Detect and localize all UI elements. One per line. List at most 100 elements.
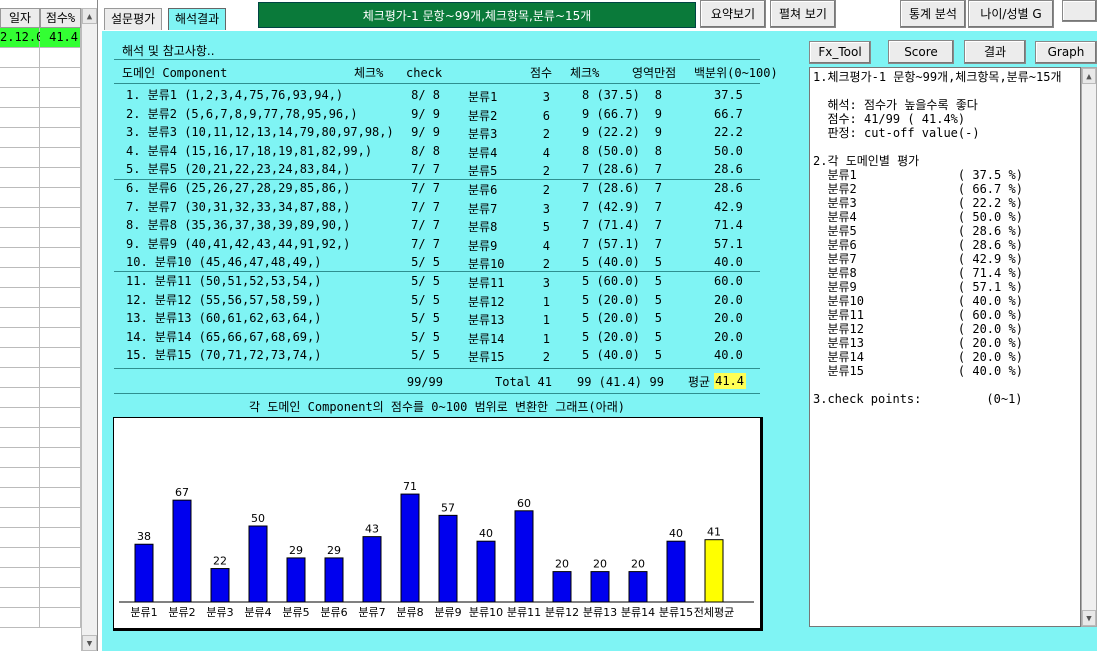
pct-cell: 5 (40.0) — [582, 348, 640, 363]
sheet-cell-date[interactable] — [0, 88, 40, 108]
statistics-button[interactable]: 통계 분석 — [900, 0, 966, 28]
sheet-cell-score[interactable] — [40, 228, 81, 248]
sheet-cell-date[interactable] — [0, 308, 40, 328]
sheet-cell-date[interactable] — [0, 528, 40, 548]
sheet-cell-score[interactable] — [40, 108, 81, 128]
sheet-cell-score[interactable] — [40, 248, 81, 268]
score-cell: 2 — [542, 350, 550, 365]
sheet-cell-date[interactable] — [0, 248, 40, 268]
interpretation-line: 분류11 ( 60.0 %) — [813, 308, 1023, 322]
sheet-cell-date[interactable] — [0, 448, 40, 468]
sheet-cell-date[interactable] — [0, 548, 40, 568]
percentile-cell: 37.5 — [714, 88, 743, 102]
sheet-cell-score[interactable] — [40, 508, 81, 528]
left-scrollbar[interactable]: ▲ ▼ — [81, 8, 97, 651]
sheet-cell-date[interactable] — [0, 268, 40, 288]
sheet-cell-date[interactable] — [0, 288, 40, 308]
sheet-cell-date[interactable] — [0, 48, 40, 68]
score-cell: 2 — [542, 257, 550, 272]
sheet-cell-score[interactable] — [40, 368, 81, 388]
sheet-cell-score[interactable] — [40, 48, 81, 68]
sheet-cell-date[interactable] — [0, 148, 40, 168]
sheet-cell-score[interactable] — [40, 288, 81, 308]
domain-cell: 1. 분류1 (1,2,3,4,75,76,93,94,) — [126, 88, 344, 102]
sheet-cell-date[interactable] — [0, 368, 40, 388]
sheet-cell-score[interactable] — [40, 408, 81, 428]
column-header-date[interactable]: 일자 — [0, 8, 40, 28]
domain-name-cell: 분류8 — [468, 220, 498, 235]
sheet-cell-score[interactable] — [40, 68, 81, 88]
sheet-cell-date[interactable] — [0, 208, 40, 228]
interpretation-line — [813, 84, 1077, 98]
sheet-cell-score[interactable]: 41.4 — [40, 28, 81, 48]
sheet-cell-date[interactable] — [0, 108, 40, 128]
sheet-cell-date[interactable] — [0, 128, 40, 148]
sheet-cell-score[interactable] — [40, 548, 81, 568]
sheet-cell-score[interactable] — [40, 568, 81, 588]
sheet-cell-date[interactable] — [0, 388, 40, 408]
sheet-cell-score[interactable] — [40, 468, 81, 488]
data-label: 29 — [289, 544, 303, 557]
score-button[interactable]: Score — [888, 40, 954, 64]
sheet-cell-score[interactable] — [40, 148, 81, 168]
domain-cell: 6. 분류6 (25,26,27,28,29,85,86,) — [126, 181, 351, 195]
bar-chart-svg: 38 분류1 67 분류2 22 분류3 50 분류4 29 분류5 29 분류6 43 분류7 71 분류8… — [119, 480, 754, 619]
sheet-cell-score[interactable] — [40, 308, 81, 328]
bar — [134, 543, 154, 603]
scroll-down-icon[interactable]: ▼ — [1082, 610, 1096, 626]
sheet-cell-score[interactable] — [40, 208, 81, 228]
domain-name-cell: 분류3 — [468, 127, 498, 142]
sheet-cell-score[interactable] — [40, 448, 81, 468]
graph-button[interactable]: Graph — [1035, 41, 1097, 64]
data-label: 29 — [327, 544, 341, 557]
sheet-cell-date[interactable] — [0, 408, 40, 428]
sheet-cell-score[interactable] — [40, 168, 81, 188]
sheet-cell-score[interactable] — [40, 588, 81, 608]
sheet-cell-date[interactable] — [0, 188, 40, 208]
sheet-cell-date[interactable] — [0, 588, 40, 608]
sheet-cell-date[interactable] — [0, 488, 40, 508]
scroll-up-icon[interactable]: ▲ — [1082, 68, 1096, 84]
sheet-cell-date[interactable] — [0, 68, 40, 88]
right-scrollbar[interactable]: ▲ ▼ — [1081, 67, 1097, 627]
scroll-up-icon[interactable]: ▲ — [82, 8, 97, 24]
sheet-cell-date[interactable] — [0, 168, 40, 188]
sheet-cell-score[interactable] — [40, 488, 81, 508]
sheet-cell-date[interactable] — [0, 428, 40, 448]
sheet-cell-date[interactable] — [0, 468, 40, 488]
age-gender-button[interactable]: 나이/성별 G — [968, 0, 1054, 28]
sheet-cell-score[interactable] — [40, 328, 81, 348]
sheet-cell-date[interactable] — [0, 568, 40, 588]
sheet-cell-date[interactable] — [0, 608, 40, 628]
sheet-cell-score[interactable] — [40, 608, 81, 628]
sheet-cell-date[interactable] — [0, 348, 40, 368]
extra-button[interactable] — [1062, 0, 1097, 22]
sheet-cell-date[interactable] — [0, 228, 40, 248]
result-button[interactable]: 결과 — [964, 40, 1026, 64]
expand-view-button[interactable]: 펼쳐 보기 — [770, 0, 836, 28]
sheet-cell-score[interactable] — [40, 528, 81, 548]
scroll-down-icon[interactable]: ▼ — [82, 635, 97, 651]
tab-survey[interactable]: 설문평가 — [104, 8, 163, 30]
sheet-cell-score[interactable] — [40, 88, 81, 108]
total-max: 99 — [649, 375, 664, 389]
tab-result[interactable]: 해석결과 — [168, 8, 227, 30]
interpretation-line: 분류9 ( 57.1 %) — [813, 280, 1023, 294]
sheet-cell-score[interactable] — [40, 188, 81, 208]
check-cell: 8/ 8 — [411, 88, 440, 102]
column-header-score[interactable]: 점수% — [40, 8, 81, 28]
fx-tool-button[interactable]: Fx_Tool — [809, 41, 871, 64]
sheet-cell-score[interactable] — [40, 128, 81, 148]
sheet-cell-score[interactable] — [40, 388, 81, 408]
sheet-cell-date[interactable] — [0, 508, 40, 528]
interpretation-textbox[interactable]: 1.체크평가-1 문항~99개,체크항목,분류~15개 해석: 점수가 높을수록… — [809, 67, 1081, 627]
summary-view-button[interactable]: 요약보기 — [700, 0, 766, 28]
interpretation-line: 분류1 ( 37.5 %) — [813, 168, 1023, 182]
sheet-cell-date[interactable] — [0, 328, 40, 348]
average-label: 평균 — [688, 375, 711, 389]
divider — [114, 393, 760, 394]
sheet-cell-score[interactable] — [40, 428, 81, 448]
sheet-cell-date[interactable]: 2.12.03 — [0, 28, 51, 48]
sheet-cell-score[interactable] — [40, 268, 81, 288]
sheet-cell-score[interactable] — [40, 348, 81, 368]
